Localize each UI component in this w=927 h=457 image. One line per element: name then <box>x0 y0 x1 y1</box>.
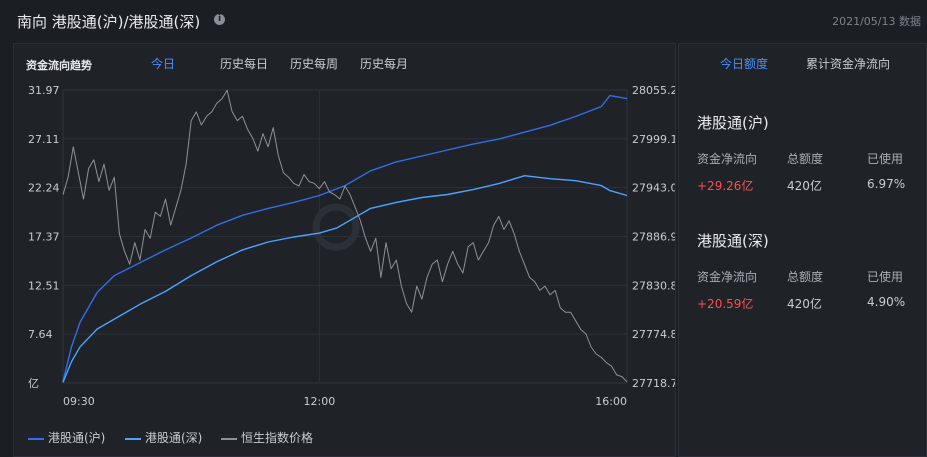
legend-line-sh <box>28 437 44 440</box>
y-left-tick-label: 17.37 <box>28 231 60 244</box>
sz-quota: 420亿 <box>787 297 822 311</box>
info-icon[interactable]: i <box>214 14 225 25</box>
watermark-logo <box>312 203 360 251</box>
sh-quota: 420亿 <box>787 179 822 193</box>
y-right-tick-label: 27886.9 <box>632 231 675 244</box>
legend-line-sz <box>125 437 141 440</box>
sz-net-flow: +20.59亿 <box>697 297 754 311</box>
y-right-tick-label: 27774.8 <box>632 328 675 341</box>
y-left-tick-label: 22.24 <box>28 182 60 195</box>
col-head-quota: 总额度 <box>787 152 824 166</box>
legend-item-index[interactable]: 恒生指数价格 <box>221 429 313 446</box>
page-header: 南向 港股通(沪)/港股通(深) i 2021/05/13 数据 <box>0 0 927 40</box>
section-title-sh: 港股通(沪) <box>697 114 769 132</box>
y-left-tick-label: 亿 <box>28 377 39 390</box>
y-right-tick-label: 27718.7 <box>632 377 675 390</box>
tab-today-quota[interactable]: 今日额度 <box>720 55 768 72</box>
col-head-quota-2: 总额度 <box>787 270 824 284</box>
legend-line-index <box>221 437 237 440</box>
page-title: 南向 港股通(沪)/港股通(深) <box>17 13 201 31</box>
y-left-tick-label: 31.97 <box>28 84 60 97</box>
legend-label-index: 恒生指数价格 <box>241 431 314 445</box>
quota-panel: 今日额度 累计资金净流向 港股通(沪) 资金净流向 总额度 已使用 +29.26… <box>678 43 927 457</box>
col-head-used-2: 已使用 <box>867 270 904 284</box>
x-tick-label: 09:30 <box>63 395 95 408</box>
y-right-tick-label: 27943.0 <box>632 182 675 195</box>
y-right-tick-label: 27830.8 <box>632 279 675 292</box>
data-date: 2021/05/13 数据 <box>832 15 921 28</box>
legend-label-sz: 港股通(深) <box>145 431 203 445</box>
col-head-used: 已使用 <box>867 152 904 166</box>
y-right-tick-label: 27999.1 <box>632 133 675 146</box>
tab-cumulative-net-flow[interactable]: 累计资金净流向 <box>806 55 890 72</box>
x-tick-label: 12:00 <box>304 395 336 408</box>
y-left-tick-label: 7.64 <box>28 328 53 341</box>
section-title-sz: 港股通(深) <box>697 232 769 250</box>
col-head-net-flow: 资金净流向 <box>697 152 758 166</box>
sh-net-flow: +29.26亿 <box>697 179 754 193</box>
sz-used: 4.90% <box>867 295 906 309</box>
y-left-tick-label: 27.11 <box>28 133 60 146</box>
legend-item-sz[interactable]: 港股通(深) <box>125 429 202 446</box>
y-left-tick-label: 12.51 <box>28 279 60 292</box>
y-right-tick-label: 28055.2 <box>632 84 675 97</box>
chart-panel: 资金流向趋势 今日 历史每日 历史每周 历史每月 31.97 28055.2 27.… <box>13 43 676 457</box>
col-head-net-flow-2: 资金净流向 <box>697 270 758 284</box>
fund-flow-chart: 31.97 28055.2 27.11 27999.1 22.24 27943.0 17.3… <box>28 84 675 408</box>
legend-item-sh[interactable]: 港股通(沪) <box>28 429 105 446</box>
x-tick-label: 16:00 <box>595 395 627 408</box>
legend-label-sh: 港股通(沪) <box>48 431 106 445</box>
sh-used: 6.97% <box>867 177 906 191</box>
